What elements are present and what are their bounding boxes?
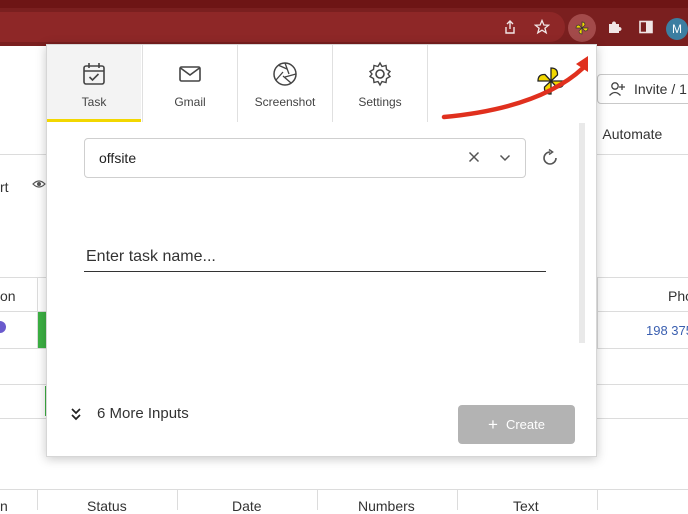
annotation-arrow: [441, 56, 588, 120]
